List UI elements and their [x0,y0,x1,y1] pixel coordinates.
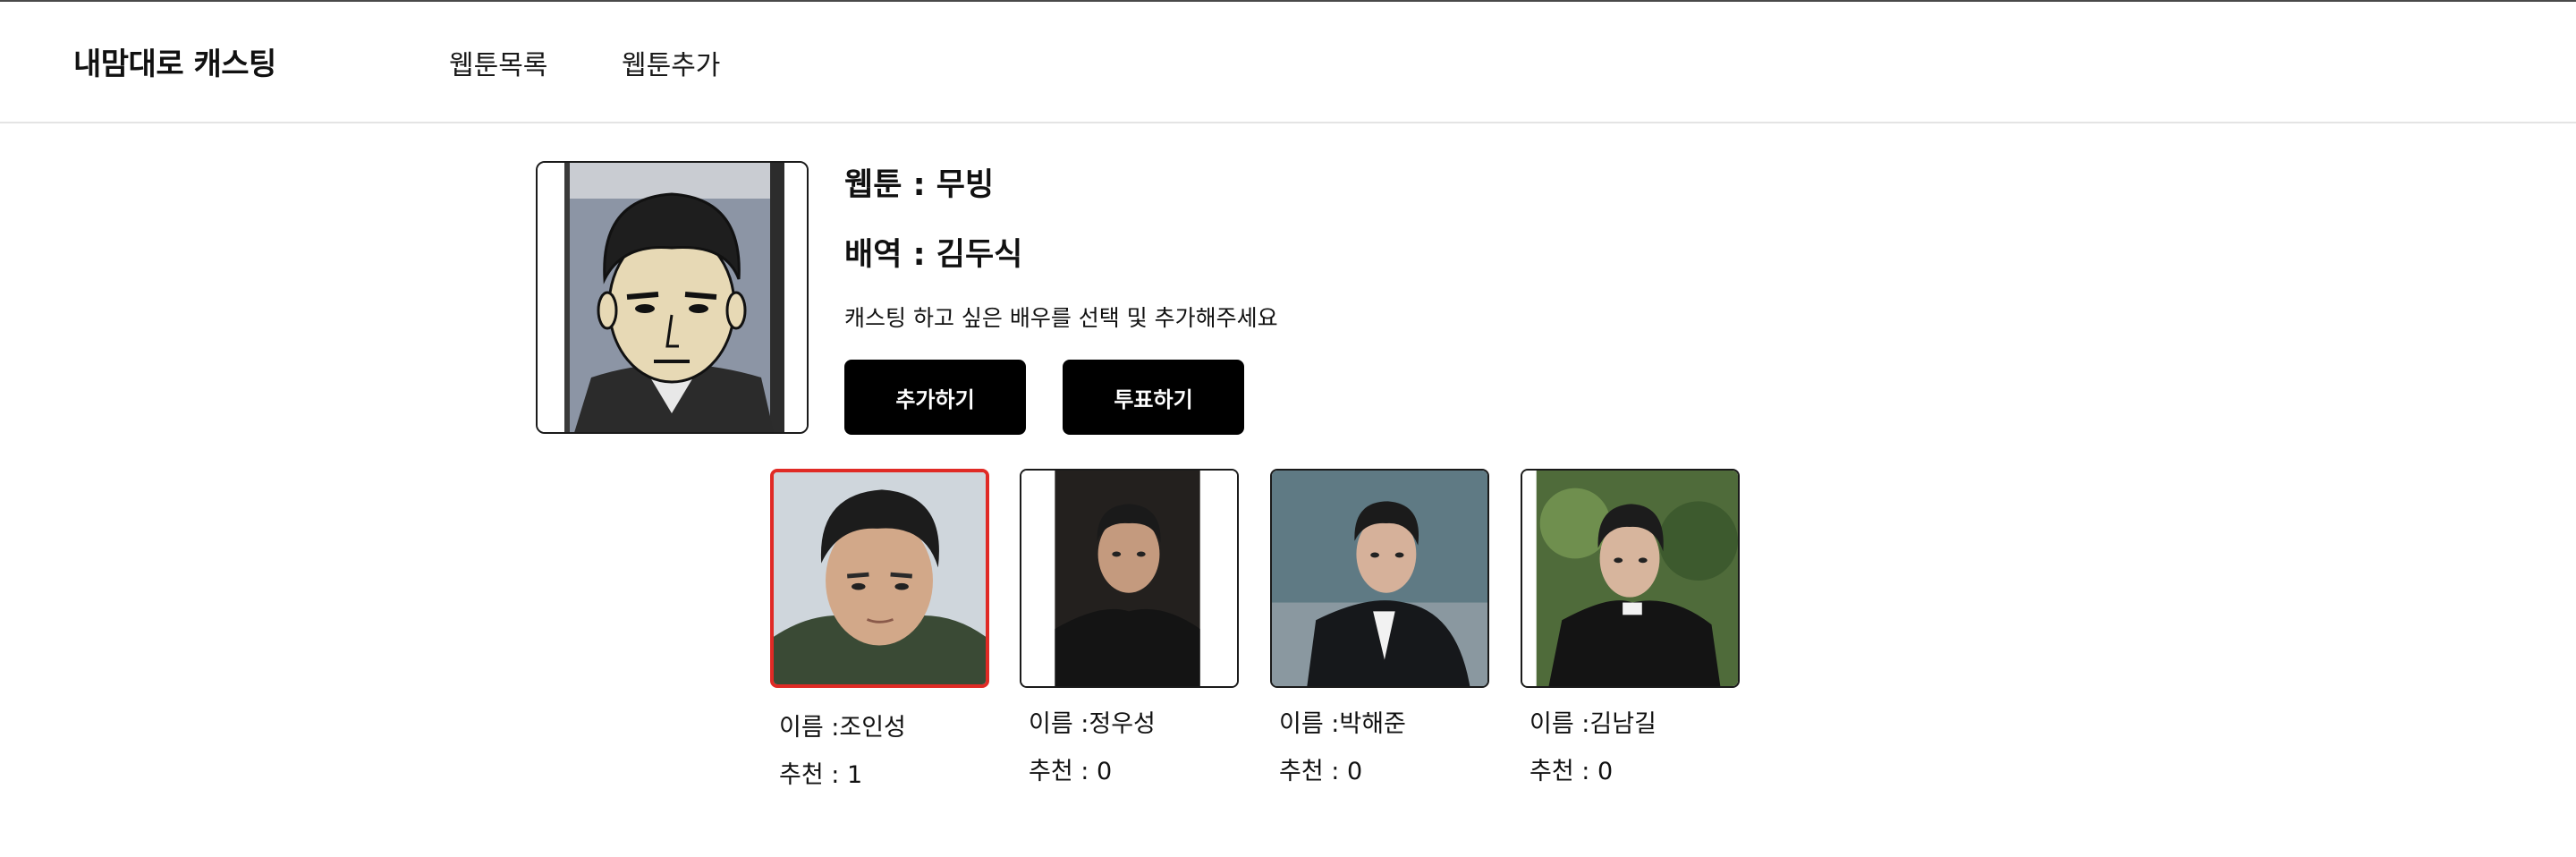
actor-portrait [774,472,986,684]
actor-name: 이름 :박해준 [1279,710,1406,738]
role-title: 배역 : 김두식 [844,237,1023,273]
actor-photo[interactable] [1270,469,1489,688]
nav-add-webtoon[interactable]: 웹툰추가 [622,43,720,82]
actor-name: 이름 :조인성 [779,714,906,742]
actor-card: 이름 :조인성 추천 : 1 [770,469,989,790]
instruction-text: 캐스팅 하고 싶은 배우를 선택 및 추가해주세요 [844,305,1278,331]
brand-logo[interactable]: 내맘대로 캐스팅 [73,39,276,83]
actor-card: 이름 :김남길 추천 : 0 [1521,469,1740,786]
nav-webtoon-list[interactable]: 웹툰목록 [449,43,547,82]
vote-button[interactable]: 투표하기 [1063,360,1244,435]
add-actor-button[interactable]: 추가하기 [844,360,1026,435]
actor-votes: 추천 : 1 [779,761,863,789]
character-image [536,161,809,434]
actor-portrait [1272,471,1487,686]
actor-portrait [1522,471,1738,686]
actor-card: 이름 :박해준 추천 : 0 [1270,469,1489,786]
actor-name: 이름 :정우성 [1029,710,1156,738]
actor-portrait [1021,471,1237,686]
character-illustration [538,163,807,432]
actor-photo[interactable] [770,469,989,688]
actor-photo[interactable] [1020,469,1239,688]
actor-votes: 추천 : 0 [1530,758,1614,785]
webtoon-title: 웹툰 : 무빙 [844,167,995,203]
actor-photo[interactable] [1521,469,1740,688]
top-header: 내맘대로 캐스팅 웹툰목록 웹툰추가 [0,2,2576,123]
actor-votes: 추천 : 0 [1029,758,1113,785]
actor-name: 이름 :김남길 [1530,710,1657,738]
actor-card: 이름 :정우성 추천 : 0 [1020,469,1239,786]
actor-votes: 추천 : 0 [1279,758,1363,785]
